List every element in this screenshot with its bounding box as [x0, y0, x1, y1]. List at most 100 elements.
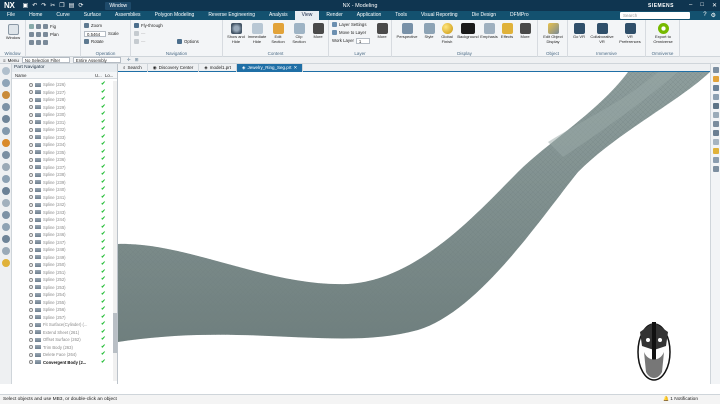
layer-more-button[interactable]: More [374, 23, 390, 40]
visibility-icon[interactable] [29, 255, 33, 260]
visibility-icon[interactable] [29, 210, 33, 215]
rotate-button[interactable]: Rotate [84, 39, 104, 44]
visibility-icon[interactable] [29, 240, 33, 245]
visibility-icon[interactable] [29, 127, 33, 132]
tab-tools[interactable]: Tools [388, 11, 414, 20]
visibility-icon[interactable] [29, 157, 33, 162]
tab-assemblies[interactable]: Assemblies [108, 11, 148, 20]
part-navigator-icon[interactable] [2, 67, 10, 75]
web-browser-icon[interactable] [2, 127, 10, 135]
cut-icon[interactable]: ✂ [50, 2, 55, 9]
visibility-icon[interactable] [29, 345, 33, 350]
table-row[interactable]: Spline (226) ✔ [12, 81, 118, 89]
table-row[interactable]: Spline (233) ✔ [12, 134, 118, 142]
table-row[interactable]: Spline (247) ✔ [12, 239, 118, 247]
settings-icon[interactable]: ⚙ [711, 12, 716, 19]
process-studio-icon[interactable] [2, 163, 10, 171]
camera-icon[interactable] [2, 235, 10, 243]
collaborative-vr-button[interactable]: Collaborative VR [589, 23, 615, 44]
perspective-button[interactable]: Perspective [394, 23, 420, 40]
table-row[interactable]: Spline (228) ✔ [12, 96, 118, 104]
table-row[interactable]: Spline (254) ✔ [12, 291, 118, 299]
column-name[interactable]: Name [12, 72, 92, 78]
snap-icon[interactable]: ✛ [127, 57, 131, 63]
visibility-icon[interactable] [29, 187, 33, 192]
layer-view-icon[interactable] [713, 130, 719, 136]
table-row[interactable]: Spline (236) ✔ [12, 156, 118, 164]
table-row[interactable]: Spline (243) ✔ [12, 209, 118, 217]
tab-analysis[interactable]: Analysis [262, 11, 295, 20]
visibility-icon[interactable] [29, 202, 33, 207]
section-view-icon[interactable] [713, 157, 719, 163]
visibility-icon[interactable] [29, 232, 33, 237]
visibility-icon[interactable] [29, 120, 33, 125]
tab-application[interactable]: Application [350, 11, 388, 20]
clip-section-button[interactable]: Clip Section [289, 23, 309, 44]
display-more-button[interactable]: More [516, 23, 534, 40]
system-materials-icon[interactable] [2, 151, 10, 159]
table-row[interactable]: Spline (230) ✔ [12, 111, 118, 119]
visibility-icon[interactable] [29, 307, 33, 312]
constraint-navigator-icon[interactable] [2, 91, 10, 99]
tab-view[interactable]: View [294, 11, 320, 20]
tab-curve[interactable]: Curve [49, 11, 76, 20]
table-row[interactable]: Offset Surface (262) ✔ [12, 336, 118, 344]
table-row[interactable]: Spline (245) ✔ [12, 224, 118, 232]
ring-model[interactable] [118, 72, 710, 384]
undo-icon[interactable]: ↶ [32, 2, 37, 9]
table-row[interactable]: Spline (255) ✔ [12, 299, 118, 307]
redo-icon[interactable]: ↷ [41, 2, 46, 9]
window-button[interactable]: Window [3, 24, 23, 41]
hd3d-tools-icon[interactable] [2, 187, 10, 195]
window-menu[interactable]: Window [105, 1, 132, 10]
tab-render[interactable]: Render [319, 11, 349, 20]
zoom-scale-input[interactable]: 0.5464 [84, 31, 106, 37]
visibility-icon[interactable] [29, 352, 33, 357]
table-row[interactable]: Spline (251) ✔ [12, 269, 118, 277]
table-row[interactable]: Spline (241) ✔ [12, 194, 118, 202]
background-button[interactable]: Background [457, 23, 479, 40]
visibility-icon[interactable] [29, 142, 33, 147]
table-row[interactable]: Spline (256) ✔ [12, 306, 118, 314]
help-icon[interactable]: ? [703, 12, 706, 19]
show-and-hide-button[interactable]: Show and Hide [226, 23, 246, 44]
table-row[interactable]: Spline (229) ✔ [12, 104, 118, 112]
table-row[interactable]: Spline (238) ✔ [12, 171, 118, 179]
tab-dfmpro[interactable]: DFMPro [503, 11, 536, 20]
export-to-omniverse-button[interactable]: Export to Omniverse [648, 23, 678, 44]
edit-section-button[interactable]: Edit Section [268, 23, 288, 44]
selection-filter-select[interactable]: No Selection Filter [21, 57, 70, 63]
snapshot-icon[interactable] [713, 166, 719, 172]
selection-scope-select[interactable]: Entire Assembly [72, 57, 121, 63]
visibility-icon[interactable] [29, 247, 33, 252]
tab-reverse-engineering[interactable]: Reverse Engineering [201, 11, 262, 20]
table-row[interactable]: Spline (240) ✔ [12, 186, 118, 194]
fly-through-button[interactable]: Fly-through [134, 23, 163, 28]
visibility-icon[interactable] [29, 105, 33, 110]
assembly-navigator-icon[interactable] [2, 79, 10, 87]
visual-reporting-icon[interactable] [2, 199, 10, 207]
lightbulb-icon[interactable] [2, 259, 10, 267]
close-icon[interactable]: ✕ [712, 2, 717, 9]
visibility-icon[interactable] [29, 337, 33, 342]
tab-visual-reporting[interactable]: Visual Reporting [414, 11, 465, 20]
rotate-view-icon[interactable] [713, 112, 719, 118]
table-row[interactable]: Spline (244) ✔ [12, 216, 118, 224]
visibility-icon[interactable] [29, 135, 33, 140]
visibility-icon[interactable] [29, 180, 33, 185]
command-search-input[interactable]: Search [620, 12, 690, 19]
vr-preferences-button[interactable]: VR Preferences [616, 23, 644, 44]
visibility-icon[interactable] [29, 315, 33, 320]
visibility-icon[interactable] [29, 292, 33, 297]
minimize-icon[interactable]: – [689, 2, 692, 9]
clock-icon[interactable] [2, 223, 10, 231]
tab-polygon-modeling[interactable]: Polygon Modeling [148, 11, 202, 20]
table-row[interactable]: Delete Face (264) ✔ [12, 351, 118, 359]
visibility-icon[interactable] [29, 165, 33, 170]
visibility-icon[interactable] [29, 270, 33, 275]
tab-model1[interactable]: ◈ model1.prt [199, 64, 237, 72]
visibility-icon[interactable] [29, 300, 33, 305]
render-style-icon[interactable] [713, 76, 719, 82]
scroll-thumb[interactable] [113, 313, 117, 353]
eye-icon[interactable] [713, 121, 719, 127]
